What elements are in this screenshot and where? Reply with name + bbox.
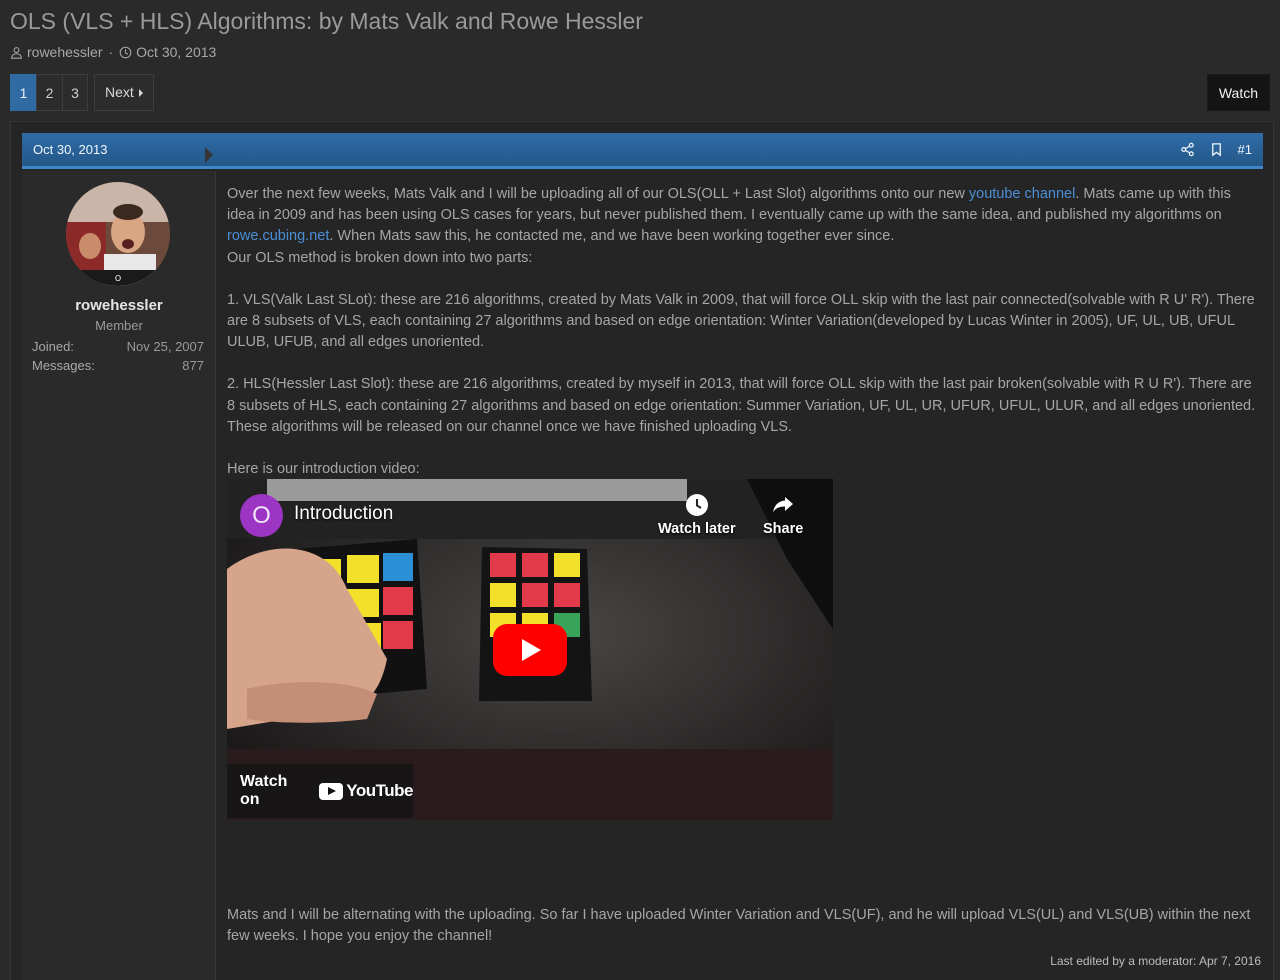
channel-avatar[interactable]: O — [240, 494, 283, 537]
share-video-button[interactable]: Share — [763, 493, 803, 537]
thread-title: OLS (VLS + HLS) Algorithms: by Mats Valk… — [10, 8, 643, 34]
avatar[interactable]: O — [66, 182, 170, 286]
last-edited-note: Last edited by a moderator: Apr 7, 2016 — [1050, 954, 1261, 968]
page-link-3[interactable]: 3 — [62, 74, 88, 111]
message-closing: Mats and I will be alternating with the … — [227, 907, 1251, 945]
next-page-label: Next — [105, 84, 134, 100]
post-actions: #1 — [1180, 142, 1252, 157]
page-link-2[interactable]: 2 — [36, 74, 62, 111]
next-page-button[interactable]: Next — [94, 74, 154, 111]
bookmark-post-button[interactable] — [1209, 142, 1224, 157]
watch-later-button[interactable]: Watch later — [658, 493, 736, 537]
page-navigation: 1 2 3 Next — [10, 74, 154, 111]
youtube-play-box — [319, 782, 344, 800]
post-block: Oct 30, 2013 #1 O rowehessler Member Joi… — [10, 121, 1274, 980]
bookmark-icon — [1211, 143, 1221, 157]
watch-thread-button[interactable]: Watch — [1206, 74, 1270, 111]
share-arrow-icon — [773, 497, 794, 513]
stat-joined-value: Nov 25, 2007 — [126, 339, 204, 354]
message-paragraph-2: Our OLS method is broken down into two p… — [227, 249, 533, 266]
share-video-label: Share — [763, 521, 804, 537]
stat-messages-value[interactable]: 877 — [182, 358, 204, 373]
watch-on-label: Watch on — [240, 773, 288, 808]
clock-icon — [119, 46, 132, 58]
watch-later-label: Watch later — [658, 521, 736, 537]
stat-joined-label: Joined: — [32, 339, 74, 354]
youtube-channel-link[interactable]: youtube channel — [969, 186, 1075, 202]
video-title[interactable]: Introduction — [294, 503, 393, 525]
stat-messages: Messages: 877 — [32, 358, 204, 373]
user-icon — [11, 46, 22, 59]
watch-later-icon — [685, 494, 708, 516]
thread-author-link[interactable]: rowehessler — [27, 44, 102, 60]
message-user-column: O rowehessler Member Joined: Nov 25, 200… — [22, 171, 216, 980]
youtube-embed[interactable]: O Introduction Watch later Share Watch o… — [227, 479, 833, 820]
thread-meta: rowehessler · Oct 30, 2013 — [10, 44, 216, 60]
share-icon — [1180, 142, 1194, 157]
user-title: Member — [95, 318, 143, 333]
message-paragraph-intro: Here is our introduction video: — [227, 461, 420, 478]
message-body: Over the next few weeks, Mats Valk and I… — [227, 184, 1257, 480]
text-span: . When Mats saw this, he contacted me, a… — [329, 228, 895, 245]
text-span: Over the next few weeks, Mats Valk and I… — [227, 186, 969, 202]
stat-joined: Joined: Nov 25, 2007 — [32, 339, 204, 354]
message-paragraph-vls: 1. VLS(Valk Last SLot): these are 216 al… — [227, 291, 1255, 351]
caret-right-icon — [138, 88, 143, 97]
play-icon[interactable] — [493, 624, 567, 676]
youtube-wordmark: YouTube — [346, 781, 413, 800]
rowe-cubing-link[interactable]: rowe.cubing.net — [227, 228, 329, 244]
message-paragraph-hls: 2. HLS(Hessler Last Slot): these are 216… — [227, 376, 1256, 435]
meta-separator: · — [108, 44, 114, 60]
user-arrow — [205, 147, 213, 163]
username[interactable]: rowehessler — [22, 297, 216, 314]
share-post-button[interactable] — [1180, 142, 1195, 157]
stat-messages-label: Messages: — [32, 358, 95, 373]
youtube-logo-icon: YouTube — [319, 781, 413, 801]
page-link-1[interactable]: 1 — [10, 74, 36, 111]
thread-date-link[interactable]: Oct 30, 2013 — [136, 44, 216, 60]
message-paragraph-1: Over the next few weeks, Mats Valk and I… — [227, 184, 1257, 248]
watch-on-youtube-button[interactable]: Watch on YouTube — [227, 764, 413, 818]
post-number-link[interactable]: #1 — [1238, 142, 1252, 157]
avatar-caption: O — [115, 274, 121, 283]
